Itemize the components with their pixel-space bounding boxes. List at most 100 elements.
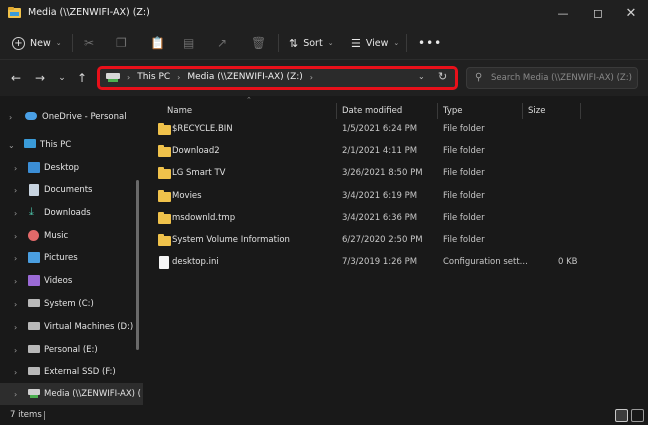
file-name: desktop.ini bbox=[172, 257, 219, 267]
chevron-right-icon[interactable]: › bbox=[14, 164, 17, 173]
tiles-view-button[interactable] bbox=[631, 409, 644, 422]
sidebar-item-onedrive[interactable]: › OneDrive - Personal bbox=[0, 106, 143, 128]
sidebar-item-system-c[interactable]: › System (C:) bbox=[0, 293, 143, 315]
sidebar-item-label: Documents bbox=[44, 185, 93, 195]
folder-icon bbox=[158, 123, 171, 135]
paste-button[interactable]: 📋 bbox=[150, 30, 165, 56]
folder-icon bbox=[158, 212, 171, 224]
maximize-button[interactable]: ◻ bbox=[581, 0, 615, 26]
settings-file-icon bbox=[159, 256, 169, 269]
column-divider[interactable] bbox=[580, 103, 581, 119]
table-row[interactable]: LG Smart TV 3/26/2021 8:50 PM File folde… bbox=[150, 163, 640, 185]
sort-button[interactable]: ⇅ Sort ⌄ bbox=[289, 30, 334, 56]
details-view-button[interactable] bbox=[615, 409, 628, 422]
folder-icon bbox=[158, 190, 171, 202]
chevron-right-icon[interactable]: › bbox=[14, 346, 17, 355]
file-date: 3/4/2021 6:36 PM bbox=[342, 213, 418, 223]
sidebar-item-this-pc[interactable]: ⌄ This PC bbox=[0, 134, 143, 156]
arrow-right-icon: → bbox=[34, 71, 46, 85]
title-bar: Media (\\ZENWIFI-AX) (Z:) — ◻ ✕ bbox=[0, 0, 648, 26]
desktop-icon bbox=[28, 162, 40, 173]
scissors-icon: ✂ bbox=[84, 36, 95, 50]
minimize-button[interactable]: — bbox=[546, 0, 580, 26]
chevron-right-icon[interactable]: › bbox=[14, 232, 17, 241]
chevron-down-icon: ⌄ bbox=[327, 39, 334, 47]
computer-icon bbox=[24, 139, 36, 148]
refresh-icon[interactable]: ↻ bbox=[438, 70, 447, 83]
file-type: File folder bbox=[443, 146, 485, 156]
file-date: 2/1/2021 4:11 PM bbox=[342, 146, 418, 156]
column-divider[interactable] bbox=[336, 103, 337, 119]
sidebar-item-label: Pictures bbox=[44, 253, 78, 263]
file-type: Configuration sett... bbox=[443, 257, 528, 267]
close-button[interactable]: ✕ bbox=[614, 0, 648, 26]
address-bar[interactable]: › This PC › Media (\\ZENWIFI-AX) (Z:) › … bbox=[97, 66, 458, 90]
table-row[interactable]: Movies 3/4/2021 6:19 PM File folder bbox=[150, 186, 640, 208]
table-row[interactable]: System Volume Information 6/27/2020 2:50… bbox=[150, 230, 640, 252]
file-name: System Volume Information bbox=[172, 235, 290, 245]
up-button[interactable]: ↑ bbox=[72, 68, 92, 88]
sidebar-item-virtual-machines-d[interactable]: › Virtual Machines (D:) bbox=[0, 316, 143, 338]
sidebar-item-pictures[interactable]: › Pictures bbox=[0, 247, 143, 269]
sidebar-item-documents[interactable]: › Documents bbox=[0, 179, 143, 201]
share-button[interactable]: ↗ bbox=[217, 30, 227, 56]
chevron-right-icon[interactable]: › bbox=[14, 186, 17, 195]
pictures-icon bbox=[28, 252, 40, 263]
file-type: File folder bbox=[443, 213, 485, 223]
sidebar-item-label: System (C:) bbox=[44, 299, 94, 309]
cut-button[interactable]: ✂ bbox=[84, 30, 94, 56]
more-options-button[interactable]: ••• bbox=[418, 30, 442, 56]
search-box[interactable]: ⚲ bbox=[466, 67, 638, 89]
arrow-up-icon: ↑ bbox=[76, 71, 88, 85]
new-button[interactable]: + New ⌄ bbox=[12, 30, 62, 56]
sidebar-scrollbar[interactable] bbox=[136, 180, 139, 350]
breadcrumb-chevron-icon: › bbox=[127, 72, 131, 82]
copy-button[interactable]: ❐ bbox=[116, 30, 127, 56]
table-row[interactable]: msdownld.tmp 3/4/2021 6:36 PM File folde… bbox=[150, 208, 640, 230]
column-divider[interactable] bbox=[522, 103, 523, 119]
file-type: File folder bbox=[443, 235, 485, 245]
status-bar: 7 items bbox=[0, 405, 648, 425]
close-icon: ✕ bbox=[625, 5, 637, 21]
sidebar-item-music[interactable]: › Music bbox=[0, 225, 143, 247]
more-icon: ••• bbox=[418, 36, 443, 50]
arrow-left-icon: ← bbox=[10, 71, 22, 85]
table-row[interactable]: Download2 2/1/2021 4:11 PM File folder bbox=[150, 141, 640, 163]
sidebar-item-videos[interactable]: › Videos bbox=[0, 270, 143, 292]
drive-icon bbox=[28, 367, 40, 375]
breadcrumb-this-pc[interactable]: This PC bbox=[137, 72, 170, 82]
chevron-down-icon[interactable]: ⌄ bbox=[8, 141, 15, 150]
chevron-right-icon[interactable]: › bbox=[9, 113, 12, 122]
chevron-right-icon[interactable]: › bbox=[14, 323, 17, 332]
view-icon: ☰ bbox=[351, 36, 361, 50]
chevron-right-icon[interactable]: › bbox=[14, 300, 17, 309]
chevron-right-icon[interactable]: › bbox=[14, 254, 17, 263]
view-button[interactable]: ☰ View ⌄ bbox=[351, 30, 399, 56]
forward-button[interactable]: → bbox=[30, 68, 50, 88]
delete-button[interactable]: 🗑 bbox=[251, 30, 266, 56]
recent-locations-button[interactable]: ⌄ bbox=[52, 68, 72, 88]
chevron-right-icon[interactable]: › bbox=[14, 390, 17, 399]
chevron-right-icon[interactable]: › bbox=[14, 277, 17, 286]
chevron-right-icon[interactable]: › bbox=[14, 368, 17, 377]
sidebar-item-personal-e[interactable]: › Personal (E:) bbox=[0, 339, 143, 361]
sidebar-item-desktop[interactable]: › Desktop bbox=[0, 157, 143, 179]
sidebar-item-label: Downloads bbox=[44, 208, 91, 218]
sidebar-item-external-ssd-f[interactable]: › External SSD (F:) bbox=[0, 361, 143, 383]
table-row[interactable]: desktop.ini 7/3/2019 1:26 PM Configurati… bbox=[150, 252, 640, 274]
rename-button[interactable]: ▤ bbox=[183, 30, 194, 56]
sidebar-item-label: Desktop bbox=[44, 163, 80, 173]
sidebar-item-media-z[interactable]: › Media (\\ZENWIFI-AX) ( bbox=[0, 383, 143, 405]
table-row[interactable]: $RECYCLE.BIN 1/5/2021 6:24 PM File folde… bbox=[150, 119, 640, 141]
breadcrumb-media[interactable]: Media (\\ZENWIFI-AX) (Z:) bbox=[187, 72, 302, 82]
network-drive-icon bbox=[106, 72, 120, 82]
column-divider[interactable] bbox=[437, 103, 438, 119]
network-drive-icon bbox=[28, 389, 40, 398]
address-history-chevron-icon[interactable]: ⌄ bbox=[418, 72, 425, 81]
search-icon: ⚲ bbox=[475, 72, 483, 83]
back-button[interactable]: ← bbox=[6, 68, 26, 88]
sidebar-item-downloads[interactable]: › ⤓ Downloads bbox=[0, 202, 143, 224]
chevron-right-icon[interactable]: › bbox=[14, 209, 17, 218]
folder-icon bbox=[158, 167, 171, 179]
search-input[interactable] bbox=[491, 70, 635, 86]
